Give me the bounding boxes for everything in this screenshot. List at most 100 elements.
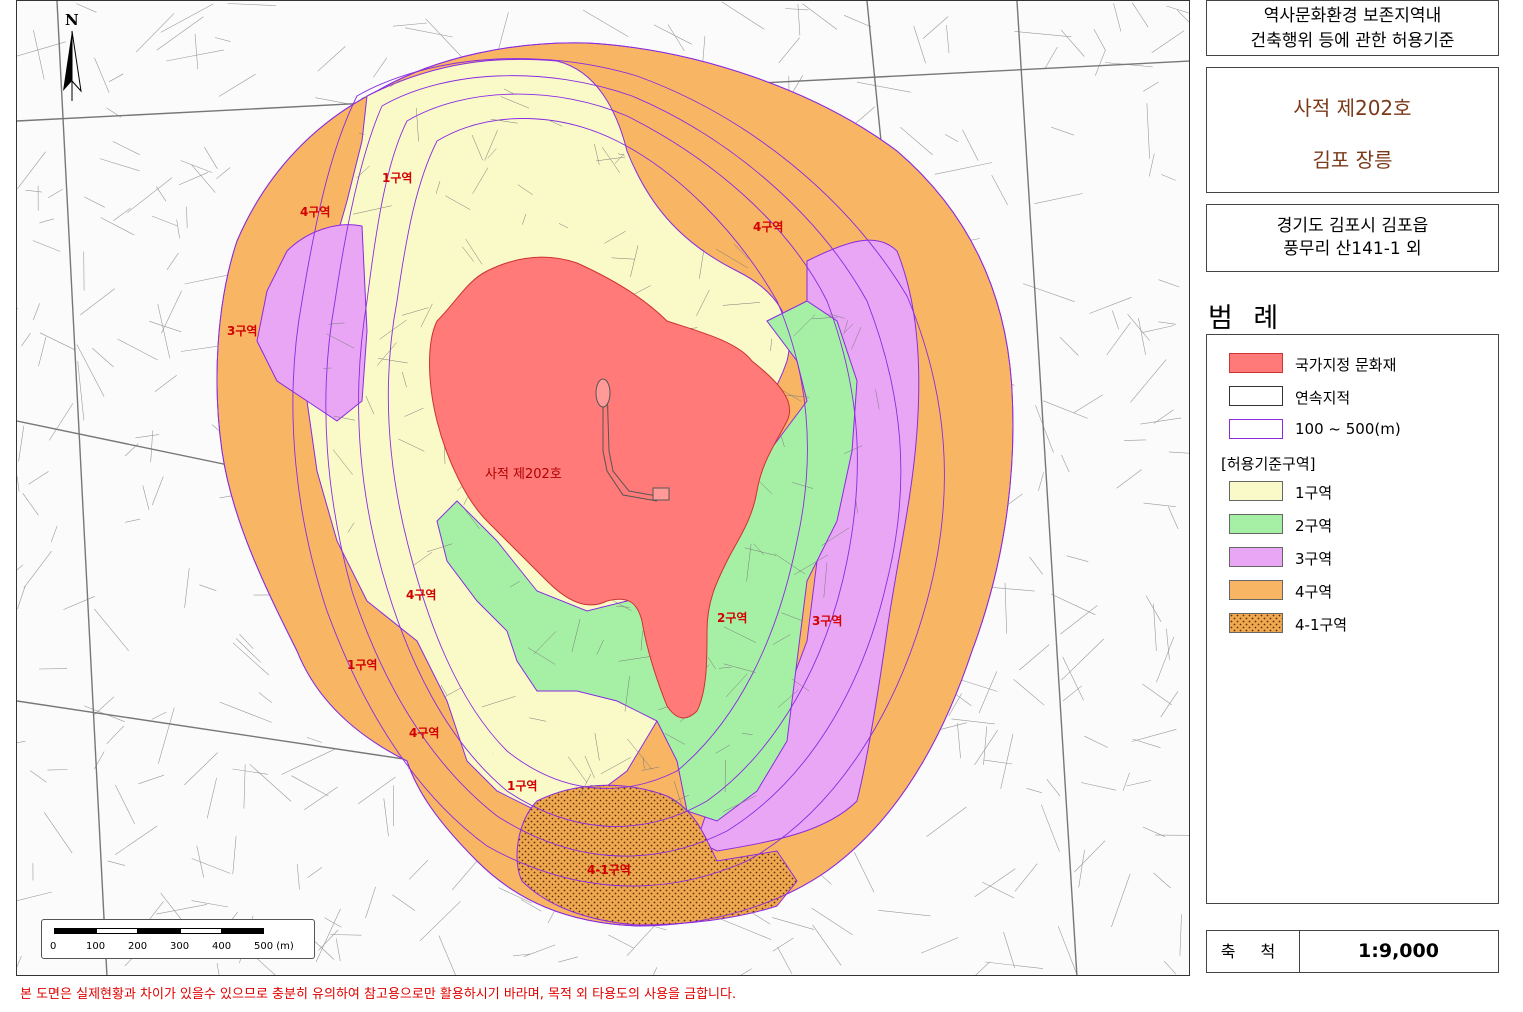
legend-label: 1구역	[1295, 484, 1333, 502]
parcel-line	[17, 308, 18, 310]
parcel-line	[218, 73, 256, 97]
parcel-line	[151, 711, 167, 720]
zone-parcel-line	[335, 786, 363, 803]
zone4-swatch	[1229, 580, 1283, 600]
legend-group-title: [허용기준구역]	[1221, 455, 1316, 473]
parcel-line	[125, 518, 140, 523]
parcel-line	[30, 770, 47, 783]
parcel-line	[1004, 582, 1007, 634]
parcel-line	[306, 737, 322, 743]
parcel-line	[33, 30, 45, 80]
parcel-line	[194, 33, 199, 70]
parcel-line	[1146, 103, 1150, 159]
parcel-line	[1156, 636, 1175, 683]
parcel-line	[811, 907, 853, 936]
parcel-line	[740, 968, 752, 975]
parcel-line	[1050, 126, 1075, 136]
parcel-line	[1158, 279, 1180, 288]
parcel-line	[1142, 325, 1174, 333]
parcel-line	[785, 8, 809, 11]
title-box: 역사문화환경 보존지역내 건축행위 등에 관한 허용기준	[1206, 0, 1499, 56]
zone3-label-right: 3구역	[812, 614, 843, 628]
scale-tick: 200	[128, 941, 148, 952]
parcel-line	[357, 776, 396, 805]
scale-tick: 100	[86, 941, 106, 952]
parcel-line	[1084, 735, 1108, 748]
parcel-line	[926, 806, 967, 837]
parcel-line	[392, 22, 428, 27]
parcel-line	[408, 859, 429, 880]
road-line	[56, 1, 108, 975]
parcel-line	[28, 471, 49, 485]
disclaimer-text: 본 도면은 실제현황과 차이가 있을수 있으므로 충분히 유의하여 참고용으로만…	[20, 987, 737, 1002]
parcel-line	[43, 812, 73, 854]
parcel-line	[1142, 826, 1166, 837]
parcel-line	[558, 956, 579, 963]
parcel-swatch	[1229, 386, 1283, 406]
parcel-line	[39, 218, 54, 224]
parcel-line	[48, 188, 63, 198]
zone-parcel-line	[383, 761, 387, 775]
zone4-label-top-left: 4구역	[300, 205, 331, 219]
parcel-line	[975, 961, 991, 975]
parcel-line	[160, 3, 214, 33]
parcel-line	[1095, 49, 1106, 76]
parcel-line	[1029, 556, 1043, 575]
zone-parcel-line	[351, 836, 368, 841]
parcel-line	[1013, 679, 1045, 706]
parcel-line	[1019, 644, 1050, 671]
parcel-line	[92, 347, 114, 368]
parcel-line	[1151, 30, 1185, 53]
parcel-line	[296, 863, 300, 890]
zone-parcel-line	[873, 897, 877, 917]
site-box: 사적 제202호 김포 장릉	[1206, 67, 1499, 193]
scale-value: 1:9,000	[1358, 940, 1439, 962]
parcel-line	[797, 3, 801, 36]
parcel-line	[843, 15, 872, 28]
location-line-2: 풍무리 산141-1 외	[1283, 239, 1422, 259]
parcel-line	[667, 24, 685, 52]
zone2-label: 2구역	[717, 611, 748, 625]
parcel-line	[1060, 29, 1085, 57]
parcel-line	[232, 836, 237, 875]
parcel-line	[1062, 656, 1084, 701]
parcel-line	[100, 217, 135, 236]
parcel-line	[186, 206, 188, 229]
map-area[interactable]: 1구역 1구역 1구역 2구역 3구역 3구역 4구역 4구역 4구역 4구역 …	[16, 0, 1190, 976]
zone4-label-mid-left: 4구역	[406, 588, 437, 602]
parcel-line	[17, 151, 46, 189]
parcel-line	[900, 126, 933, 156]
parcel-line	[304, 786, 338, 810]
parcel-line	[135, 13, 175, 53]
scale-tick: 400	[212, 941, 232, 952]
parcel-line	[94, 57, 110, 93]
parcel-line	[582, 9, 629, 37]
parcel-line	[425, 18, 463, 59]
parcel-line	[878, 910, 931, 917]
zone1-label-top: 1구역	[382, 171, 413, 185]
parcel-line	[812, 924, 842, 966]
parcel-line	[94, 608, 129, 651]
parcel-line	[653, 24, 692, 45]
zone-parcel-line	[423, 808, 426, 833]
parcel-line	[330, 934, 362, 936]
parcel-line	[405, 27, 453, 38]
parcel-line	[335, 938, 341, 962]
parcel-line	[983, 726, 988, 765]
legend-label: 국가지정 문화재	[1295, 356, 1397, 374]
zone3-label-left: 3구역	[227, 324, 258, 338]
parcel-line	[1153, 409, 1174, 424]
parcel-line	[135, 434, 159, 439]
parcel-line	[1168, 451, 1189, 454]
legend-title: 범 례	[1208, 303, 1285, 334]
parcel-line	[249, 764, 292, 802]
parcel-line	[117, 338, 158, 361]
parcel-line	[107, 860, 126, 866]
parcel-line	[962, 129, 979, 161]
parcel-line	[1061, 454, 1070, 473]
parcel-line	[115, 784, 135, 825]
scale-tick: 0	[50, 941, 57, 952]
parcel-line	[992, 587, 1035, 592]
parcel-line	[176, 219, 180, 239]
parcel-line	[772, 917, 815, 930]
